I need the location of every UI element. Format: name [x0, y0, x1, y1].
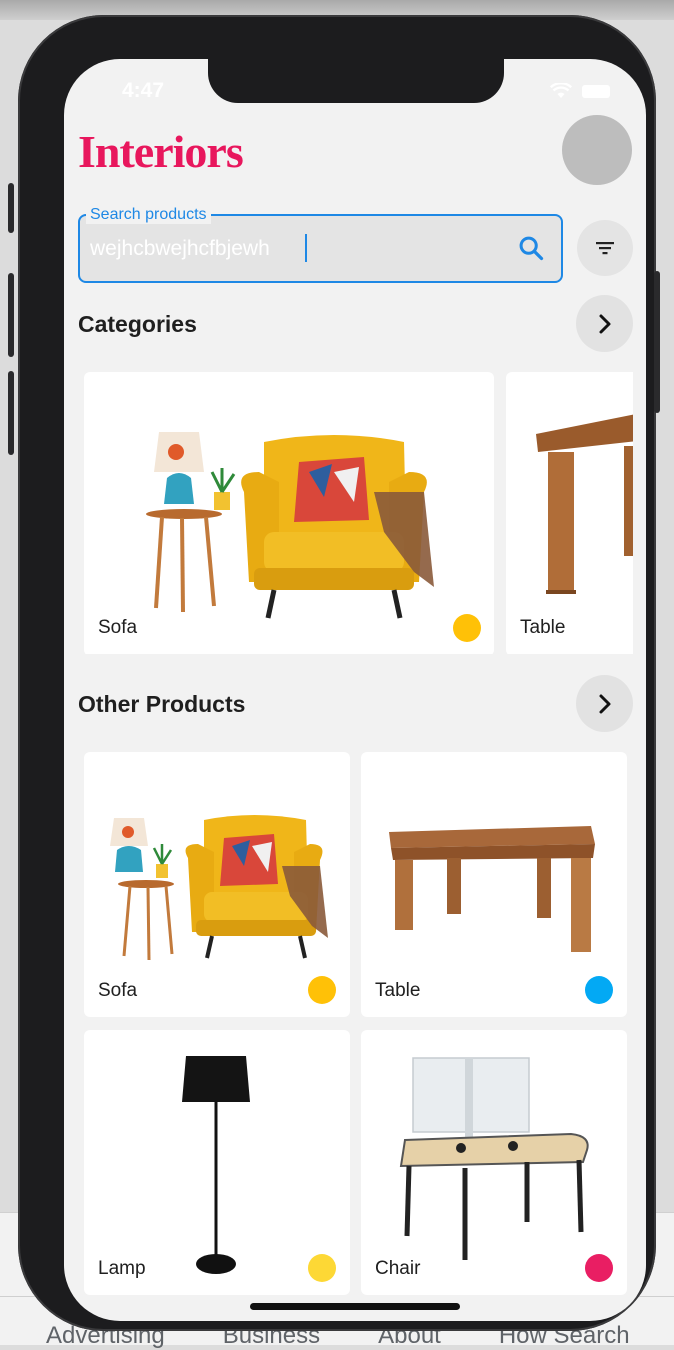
mute-switch: [8, 183, 14, 233]
color-dot: [585, 1254, 613, 1282]
avatar[interactable]: [562, 115, 632, 185]
color-dot: [585, 976, 613, 1004]
table-image: [536, 414, 633, 594]
product-card-table[interactable]: Table: [361, 752, 627, 1017]
volume-down-button: [8, 371, 14, 455]
categories-carousel[interactable]: Sofa Table: [78, 364, 633, 654]
battery-icon: [582, 84, 610, 98]
product-card-chair[interactable]: Chair: [361, 1030, 627, 1295]
search-field[interactable]: Search products: [78, 206, 563, 283]
categories-see-all-button[interactable]: [576, 295, 633, 352]
status-icons: [550, 83, 610, 99]
product-label: Chair: [375, 1258, 421, 1279]
table-image: [389, 826, 595, 952]
search-input[interactable]: [90, 236, 300, 262]
power-button: [654, 271, 660, 413]
notch: [208, 59, 504, 103]
product-card-sofa[interactable]: Sofa: [84, 752, 350, 1017]
category-card-table[interactable]: Table: [506, 372, 633, 654]
app-screen: 4:47 Interiors Search products wejhcbwej…: [64, 59, 646, 1321]
product-label: Sofa: [98, 980, 138, 1001]
product-card-lamp[interactable]: Lamp: [84, 1030, 350, 1295]
wifi-icon: [550, 83, 572, 98]
status-time: 4:47: [122, 79, 165, 102]
category-card-sofa[interactable]: Sofa: [84, 372, 494, 654]
filter-button[interactable]: [577, 220, 633, 276]
sofa-image: [146, 432, 434, 619]
volume-up-button: [8, 273, 14, 357]
text-caret: [305, 234, 307, 262]
search-label: Search products: [86, 206, 211, 224]
category-label: Table: [520, 617, 566, 638]
search-icon[interactable]: [517, 234, 545, 262]
other-products-see-all-button[interactable]: [576, 675, 633, 732]
category-label: Sofa: [98, 617, 138, 638]
app-title: Interiors: [78, 126, 244, 177]
color-dot: [308, 976, 336, 1004]
other-products-title: Other Products: [78, 691, 246, 717]
filter-icon: [596, 242, 614, 255]
color-dot: [453, 614, 481, 642]
phone-frame: 4:47 Interiors Search products wejhcbwej…: [8, 15, 660, 1331]
sofa-image: [110, 815, 328, 961]
chevron-right-icon: [599, 314, 610, 333]
categories-title: Categories: [78, 311, 197, 337]
home-indicator[interactable]: [250, 1303, 460, 1310]
chevron-right-icon: [599, 694, 610, 713]
lamp-image: [182, 1056, 250, 1274]
color-dot: [308, 1254, 336, 1282]
product-label: Table: [375, 980, 421, 1001]
desk-image: [399, 1057, 589, 1260]
product-label: Lamp: [98, 1258, 146, 1279]
